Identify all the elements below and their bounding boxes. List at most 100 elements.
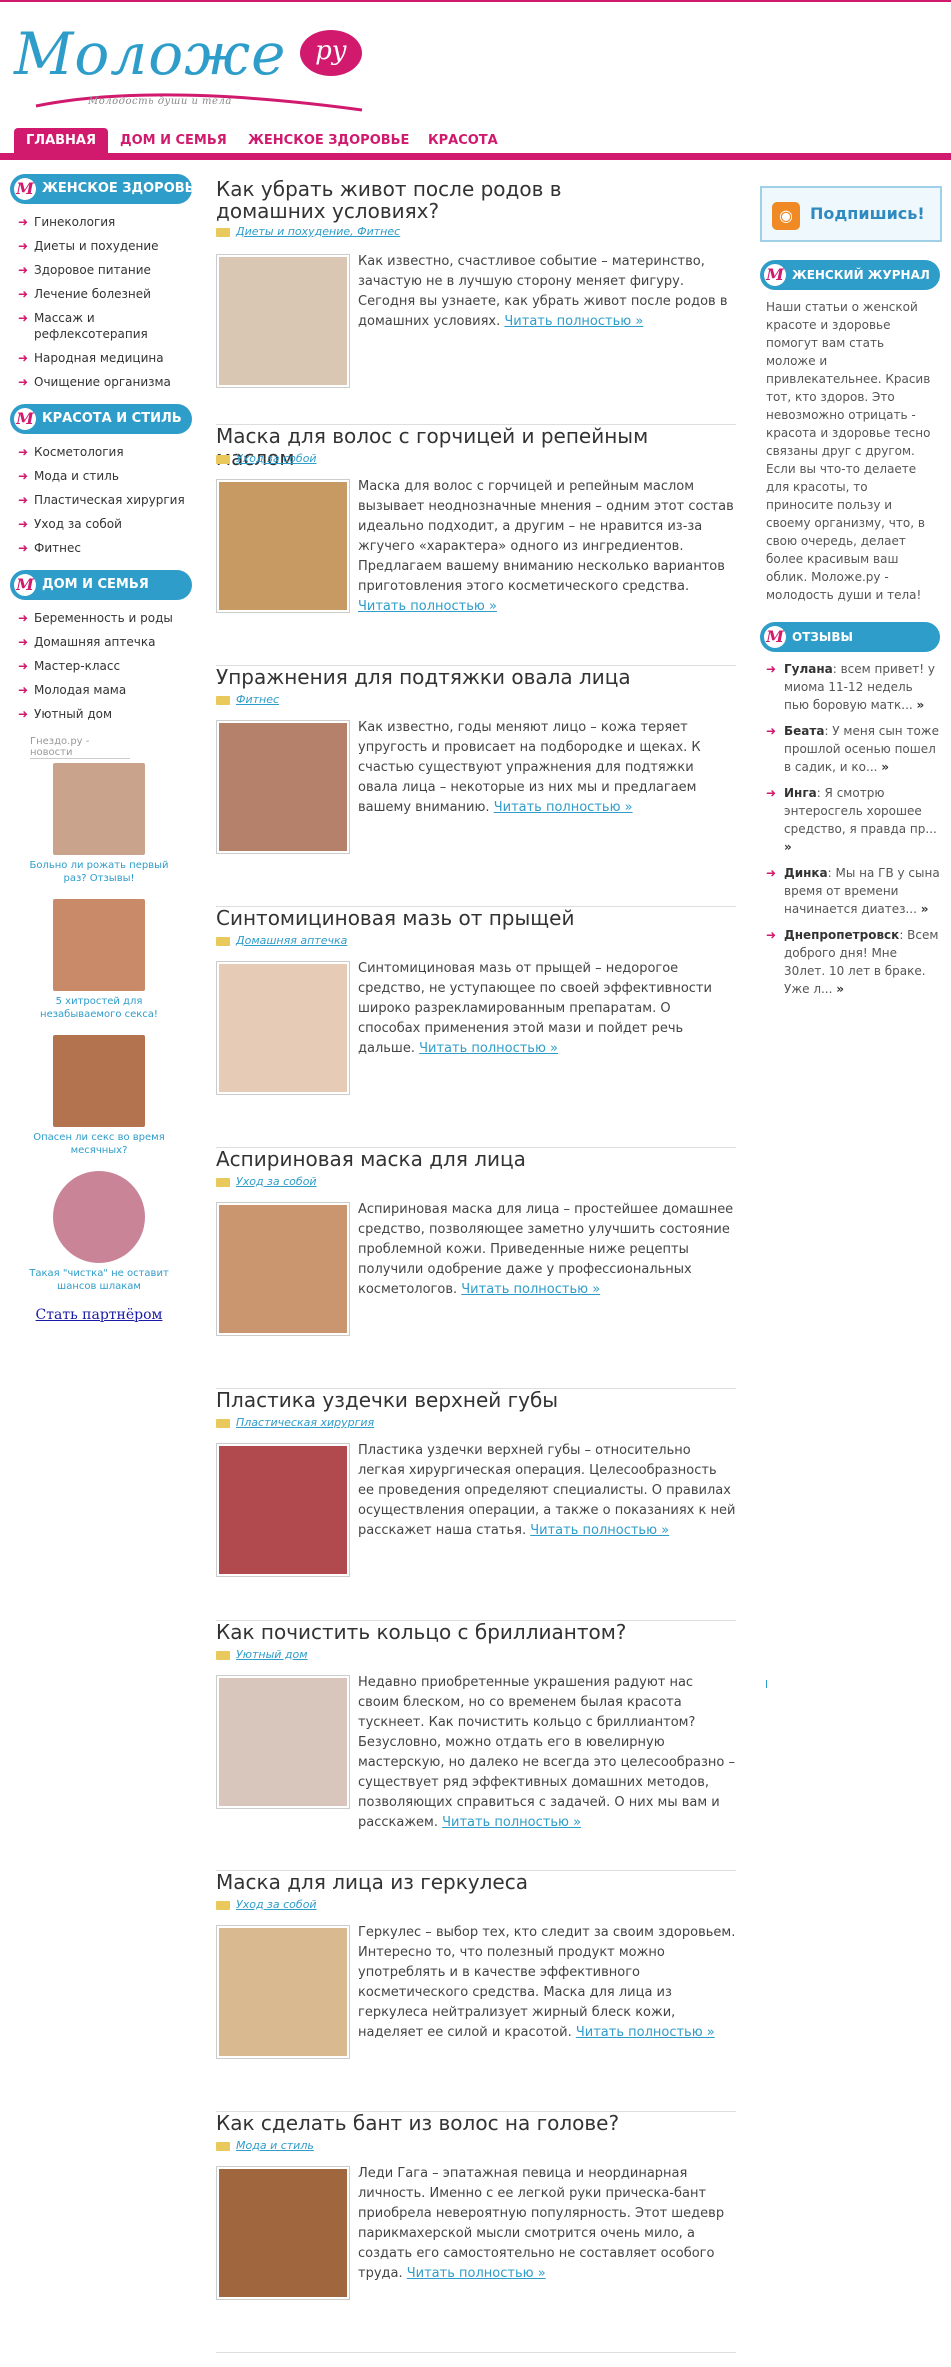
article-thumbnail[interactable] [216,961,350,1095]
article-title[interactable]: Как убрать живот после родов в домашних … [216,178,676,222]
sidebar-link[interactable]: ➜ Очищение организма [10,370,192,394]
read-more-link[interactable]: Читать полностью » [494,800,633,815]
review-author[interactable]: Гулана [784,662,833,676]
sidebar-link[interactable]: ➜ Беременность и роды [10,606,192,630]
read-more-link[interactable]: Читать полностью » [576,2025,715,2040]
article-category[interactable]: Мода и стиль [216,2139,314,2152]
review-item[interactable]: ➜ Инга: Я смотрю энтеросгель хорошее сред… [760,784,940,856]
article-category[interactable]: Диеты и похудение, Фитнес [216,225,400,238]
category-link[interactable]: Домашняя аптечка [236,934,347,947]
read-more-link[interactable]: Читать полностью » [442,1815,581,1830]
promo-teaser[interactable]: Такая "чистка" не оставит шансов шлакам [24,1171,174,1293]
sidebar-link[interactable]: ➜ Мастер-класс [10,654,192,678]
site-logo[interactable]: Моложе ру Молодость души и тела [14,20,374,120]
sidebar-link[interactable]: ➜ Гинекология [10,210,192,234]
article-category[interactable]: Пластическая хирургия [216,1416,374,1429]
promo-caption[interactable]: Опасен ли секс во время месячных? [24,1131,174,1157]
promo-caption[interactable]: 5 хитростей для незабываемого секса! [24,995,174,1021]
article-title[interactable]: Маска для лица из геркулеса [216,1871,676,1893]
review-item[interactable]: ➜ Беата: У меня сын тоже прошлой осенью п… [760,722,940,776]
promo-image[interactable] [53,899,145,991]
article-thumbnail[interactable] [216,720,350,854]
category-link[interactable]: Уход за собой [236,452,317,465]
sidebar-link[interactable]: ➜ Массаж и рефлексотерапия [10,306,192,346]
read-more-link[interactable]: Читать полностью » [504,314,643,329]
article-category[interactable]: Уход за собой [216,452,317,465]
review-author[interactable]: Динка [784,866,828,880]
review-item[interactable]: ➜ Динка: Мы на ГВ у сына время от времени… [760,864,940,918]
sidebar-link[interactable]: ➜ Домашняя аптечка [10,630,192,654]
article-title[interactable]: Аспириновая маска для лица [216,1148,676,1170]
section-heading-womens-health[interactable]: M ЖЕНСКОЕ ЗДОРОВЬЕ [10,174,192,204]
sidebar-link[interactable]: ➜ Пластическая хирургия [10,488,192,512]
sidebar-link[interactable]: ➜ Диеты и похудение [10,234,192,258]
nav-item-beauty[interactable]: КРАСОТА [416,128,510,153]
article-title[interactable]: Как почистить кольцо с бриллиантом? [216,1621,676,1643]
promo-image[interactable] [53,1035,145,1127]
nav-item-home[interactable]: ГЛАВНАЯ [14,128,109,153]
sidebar-link[interactable]: ➜ Мода и стиль [10,464,192,488]
article-category[interactable]: Уютный дом [216,1648,308,1661]
review-item[interactable]: ➜ Гулана: всем привет! у миома 11-12 неде… [760,660,940,714]
promo-teaser[interactable]: Опасен ли секс во время месячных? [24,1035,174,1157]
article-thumbnail[interactable] [216,1202,350,1336]
section-heading-beauty-style[interactable]: M КРАСОТА И СТИЛЬ [10,404,192,434]
article-title[interactable]: Упражнения для подтяжки овала лица [216,666,676,688]
review-author[interactable]: Инга [784,786,817,800]
nav-item-home-family[interactable]: ДОМ И СЕМЬЯ [108,128,239,153]
sidebar-link[interactable]: ➜ Здоровое питание [10,258,192,282]
review-author[interactable]: Днепропетровск [784,928,899,942]
sidebar-link[interactable]: ➜ Фитнес [10,536,192,560]
category-link[interactable]: Уход за собой [236,1175,317,1188]
article-category[interactable]: Уход за собой [216,1898,317,1911]
article-category[interactable]: Уход за собой [216,1175,317,1188]
category-link[interactable]: Уютный дом [236,1648,308,1661]
article-thumbnail[interactable] [216,1443,350,1577]
read-more-link[interactable]: Читать полностью » [358,599,497,614]
promo-caption[interactable]: Такая "чистка" не оставит шансов шлакам [24,1267,174,1293]
category-link[interactable]: Фитнес [236,693,279,706]
article-title[interactable]: Как сделать бант из волос на голове? [216,2112,676,2134]
category-link[interactable]: Мода и стиль [236,2139,314,2152]
article-thumbnail[interactable] [216,2166,350,2300]
section-heading-home-family[interactable]: M ДОМ И СЕМЬЯ [10,570,192,600]
review-item[interactable]: ➜ Днепропетровск: Всем доброго дня! Мне 3… [760,926,940,998]
article-thumbnail[interactable] [216,1925,350,2059]
sidebar-link[interactable]: ➜ Уютный дом [10,702,192,726]
review-more-link[interactable]: » [881,760,889,774]
promo-teaser[interactable]: Больно ли рожать первый раз? Отзывы! [24,763,174,885]
sidebar-link[interactable]: ➜ Уход за собой [10,512,192,536]
nav-item-womens-health[interactable]: ЖЕНСКОЕ ЗДОРОВЬЕ [236,128,421,153]
read-more-link[interactable]: Читать полностью » [419,1041,558,1056]
review-more-link[interactable]: » [917,698,925,712]
read-more-link[interactable]: Читать полностью » [461,1282,600,1297]
sidebar-link[interactable]: ➜ Лечение болезней [10,282,192,306]
article-thumbnail[interactable] [216,254,350,388]
category-link[interactable]: Уход за собой [236,1898,317,1911]
promo-image[interactable] [53,1171,145,1263]
article-category[interactable]: Фитнес [216,693,279,706]
category-link[interactable]: Пластическая хирургия [236,1416,374,1429]
article-title[interactable]: Синтомициновая мазь от прыщей [216,907,676,929]
sidebar-link[interactable]: ➜ Косметология [10,440,192,464]
category-link[interactable]: Диеты и похудение, Фитнес [236,225,400,238]
sidebar-link[interactable]: ➜ Молодая мама [10,678,192,702]
become-partner-link[interactable]: Стать партнёром [24,1307,174,1323]
sidebar-link[interactable]: ➜ Народная медицина [10,346,192,370]
review-author[interactable]: Беата [784,724,824,738]
promo-caption[interactable]: Больно ли рожать первый раз? Отзывы! [24,859,174,885]
article-thumbnail[interactable] [216,1675,350,1809]
promo-image[interactable] [53,763,145,855]
review-more-link[interactable]: » [784,840,792,854]
promo-teaser[interactable]: 5 хитростей для незабываемого секса! [24,899,174,1021]
article-category[interactable]: Домашняя аптечка [216,934,347,947]
review-more-link[interactable]: » [836,982,844,996]
read-more-link[interactable]: Читать полностью » [407,2266,546,2281]
review-more-link[interactable]: » [921,902,929,916]
read-more-link[interactable]: Читать полностью » [530,1523,669,1538]
subscribe-button[interactable]: ◉ Подпишись! [760,186,942,242]
article-title[interactable]: Пластика уздечки верхней губы [216,1389,676,1411]
arrow-right-icon: ➜ [766,724,777,738]
article-thumbnail[interactable] [216,479,350,613]
arrow-right-icon: ➜ [766,928,777,942]
